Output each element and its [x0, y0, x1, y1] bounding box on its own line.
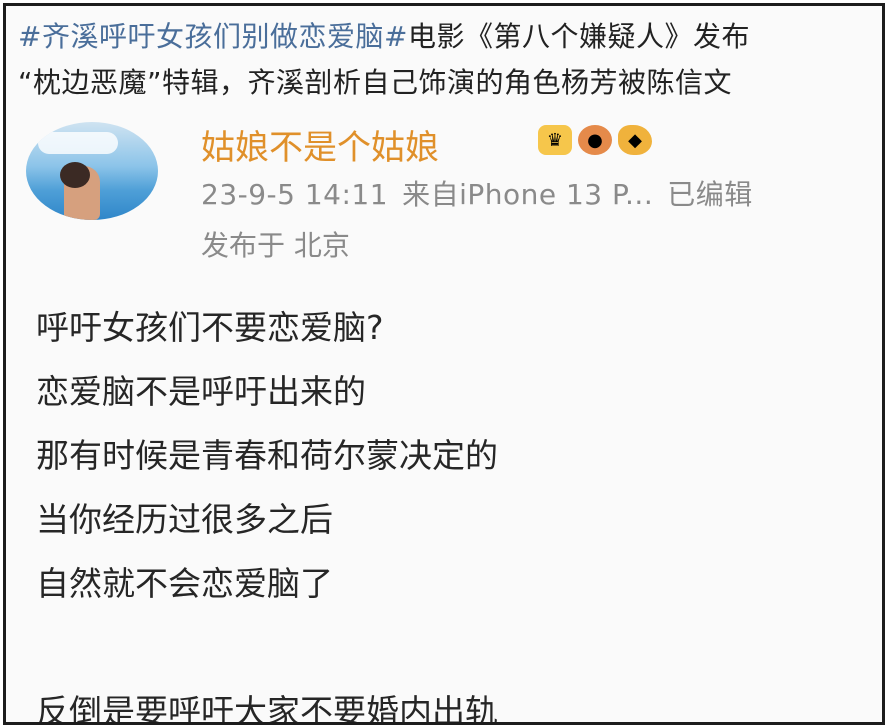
- weibo-post: 姑娘不是个姑娘 ♛ ● ◆ 23-9-5 14:11 来自iPhone 13 P.…: [6, 118, 882, 722]
- post-meta: 23-9-5 14:11 来自iPhone 13 P... 已编辑: [201, 173, 753, 213]
- post-body: 呼吁女孩们不要恋爱脑? 恋爱脑不是呼吁出来的 那有时候是青春和荷尔蒙决定的 当你…: [36, 296, 498, 725]
- post-body-line: 自然就不会恋爱脑了: [36, 564, 333, 603]
- headline-line-1: #齐溪呼吁女孩们别做恋爱脑#电影《第八个嫌疑人》发布: [18, 14, 874, 60]
- post-source: 来自iPhone 13 P...: [402, 178, 654, 211]
- headline-text: 电影《第八个嫌疑人》发布: [407, 20, 750, 53]
- crown-badge-icon[interactable]: ♛: [538, 125, 572, 155]
- post-username[interactable]: 姑娘不是个姑娘: [201, 120, 439, 169]
- post-body-blank-line: [36, 616, 498, 680]
- avatar-cloud: [38, 132, 118, 154]
- post-body-line: 那有时候是青春和荷尔蒙决定的: [36, 436, 498, 475]
- news-headline: #齐溪呼吁女孩们别做恋爱脑#电影《第八个嫌疑人》发布 “枕边恶魔”特辑，齐溪剖析…: [18, 14, 874, 106]
- avatar[interactable]: [26, 122, 158, 220]
- post-timestamp: 23-9-5 14:11: [201, 178, 389, 211]
- avatar-hair: [60, 162, 90, 188]
- post-body-line: 当你经历过很多之后: [36, 500, 333, 539]
- bear-badge-icon[interactable]: ●: [578, 125, 612, 155]
- post-location: 发布于 北京: [201, 229, 350, 262]
- fish-badge-icon[interactable]: ◆: [618, 125, 652, 155]
- user-badges: ♛ ● ◆: [538, 120, 652, 160]
- edited-label[interactable]: 已编辑: [667, 178, 753, 211]
- topic-hashtag-link[interactable]: #齐溪呼吁女孩们别做恋爱脑#: [18, 20, 408, 53]
- post-body-line: 反倒是要呼吁大家不要婚内出轨: [36, 692, 498, 725]
- post-body-line: 恋爱脑不是呼吁出来的: [36, 372, 366, 411]
- post-body-line: 呼吁女孩们不要恋爱脑?: [36, 308, 384, 347]
- screenshot-frame: #齐溪呼吁女孩们别做恋爱脑#电影《第八个嫌疑人》发布 “枕边恶魔”特辑，齐溪剖析…: [3, 3, 885, 725]
- headline-line-2: “枕边恶魔”特辑，齐溪剖析自己饰演的角色杨芳被陈信文: [18, 66, 733, 99]
